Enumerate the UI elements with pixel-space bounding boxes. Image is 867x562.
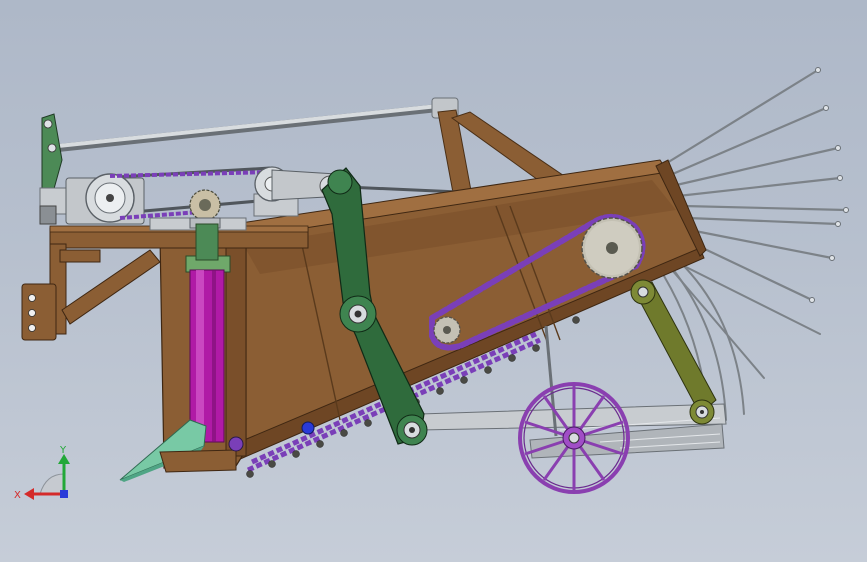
lower-tine-icon [663, 261, 821, 425]
top-link-rod [54, 97, 459, 152]
harvester-assembly-drawing[interactable]: Y X [0, 0, 867, 562]
drive-sprocket-icon [581, 217, 643, 279]
y-axis-label: Y [59, 445, 67, 456]
hydraulic-cylinder-icon [185, 223, 231, 443]
x-axis-label: X [14, 490, 21, 501]
axis-triad [24, 454, 70, 500]
hitch-frame [49, 243, 161, 335]
swing-arm [630, 279, 717, 425]
idler-sprocket-icon [433, 316, 461, 344]
cad-viewport[interactable]: Y X [0, 0, 867, 562]
bearing-icon [301, 421, 315, 435]
tine-rake-icon [660, 68, 848, 302]
pulley-icon [65, 173, 145, 225]
hitch-plate-icon [21, 283, 57, 341]
small-sprocket-icon [189, 189, 221, 229]
